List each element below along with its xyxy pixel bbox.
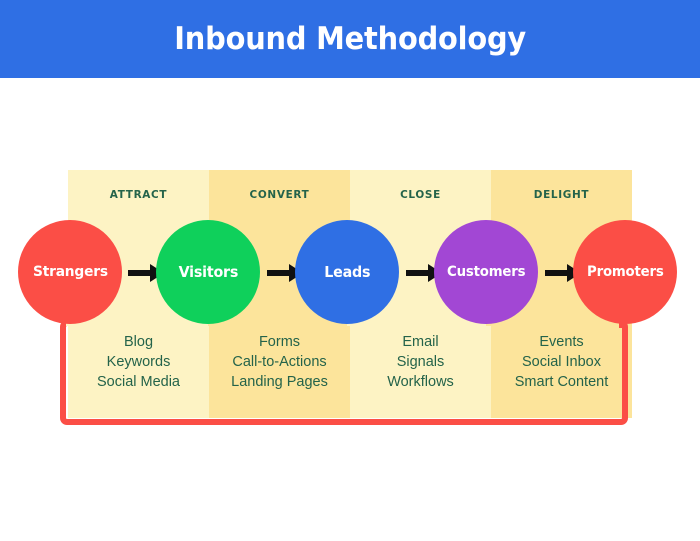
stage-node-leads[interactable]: Leads: [295, 220, 399, 324]
stage-item: Landing Pages: [231, 374, 328, 390]
stage-item: Email: [402, 334, 439, 350]
stage-item: Blog: [123, 334, 154, 350]
stage-items-attract: Blog Keywords Social Media: [68, 332, 209, 392]
stage-node-strangers[interactable]: Strangers: [18, 220, 122, 324]
stage-node-label: Customers: [446, 264, 526, 280]
stage-node-label: Promoters: [586, 264, 664, 280]
stage-items-delight: Events Social Inbox Smart Content: [491, 332, 632, 392]
stage-item: Workflows: [387, 374, 454, 390]
stage-item: Forms: [258, 334, 301, 350]
stage-label-convert: CONVERT: [249, 188, 310, 201]
stage-item: Signals: [396, 354, 445, 370]
header-band: Inbound Methodology: [0, 0, 700, 78]
stage-node-label: Leads: [323, 263, 371, 281]
stage-items-close: Email Signals Workflows: [350, 332, 491, 392]
stage-items-convert: Forms Call-to-Actions Landing Pages: [209, 332, 350, 392]
stage-item: Events: [539, 334, 584, 350]
stage-item: Call-to-Actions: [232, 354, 327, 370]
stage-node-promoters[interactable]: Promoters: [573, 220, 677, 324]
stage-label-close: CLOSE: [400, 188, 441, 201]
stage-item: Social Media: [96, 374, 180, 390]
stage-item: Smart Content: [514, 374, 609, 390]
stage-node-label: Visitors: [178, 263, 238, 281]
stage-node-visitors[interactable]: Visitors: [156, 220, 260, 324]
stage-item: Social Inbox: [522, 354, 601, 370]
stage-label-delight: DELIGHT: [533, 188, 590, 201]
stage-item: Keywords: [106, 354, 171, 370]
stage-node-label: Strangers: [32, 264, 108, 280]
stage-label-attract: ATTRACT: [109, 188, 168, 201]
page-title: Inbound Methodology: [174, 21, 526, 57]
inbound-methodology-diagram: ATTRACT Blog Keywords Social Media CONVE…: [0, 78, 700, 541]
stage-node-customers[interactable]: Customers: [434, 220, 538, 324]
